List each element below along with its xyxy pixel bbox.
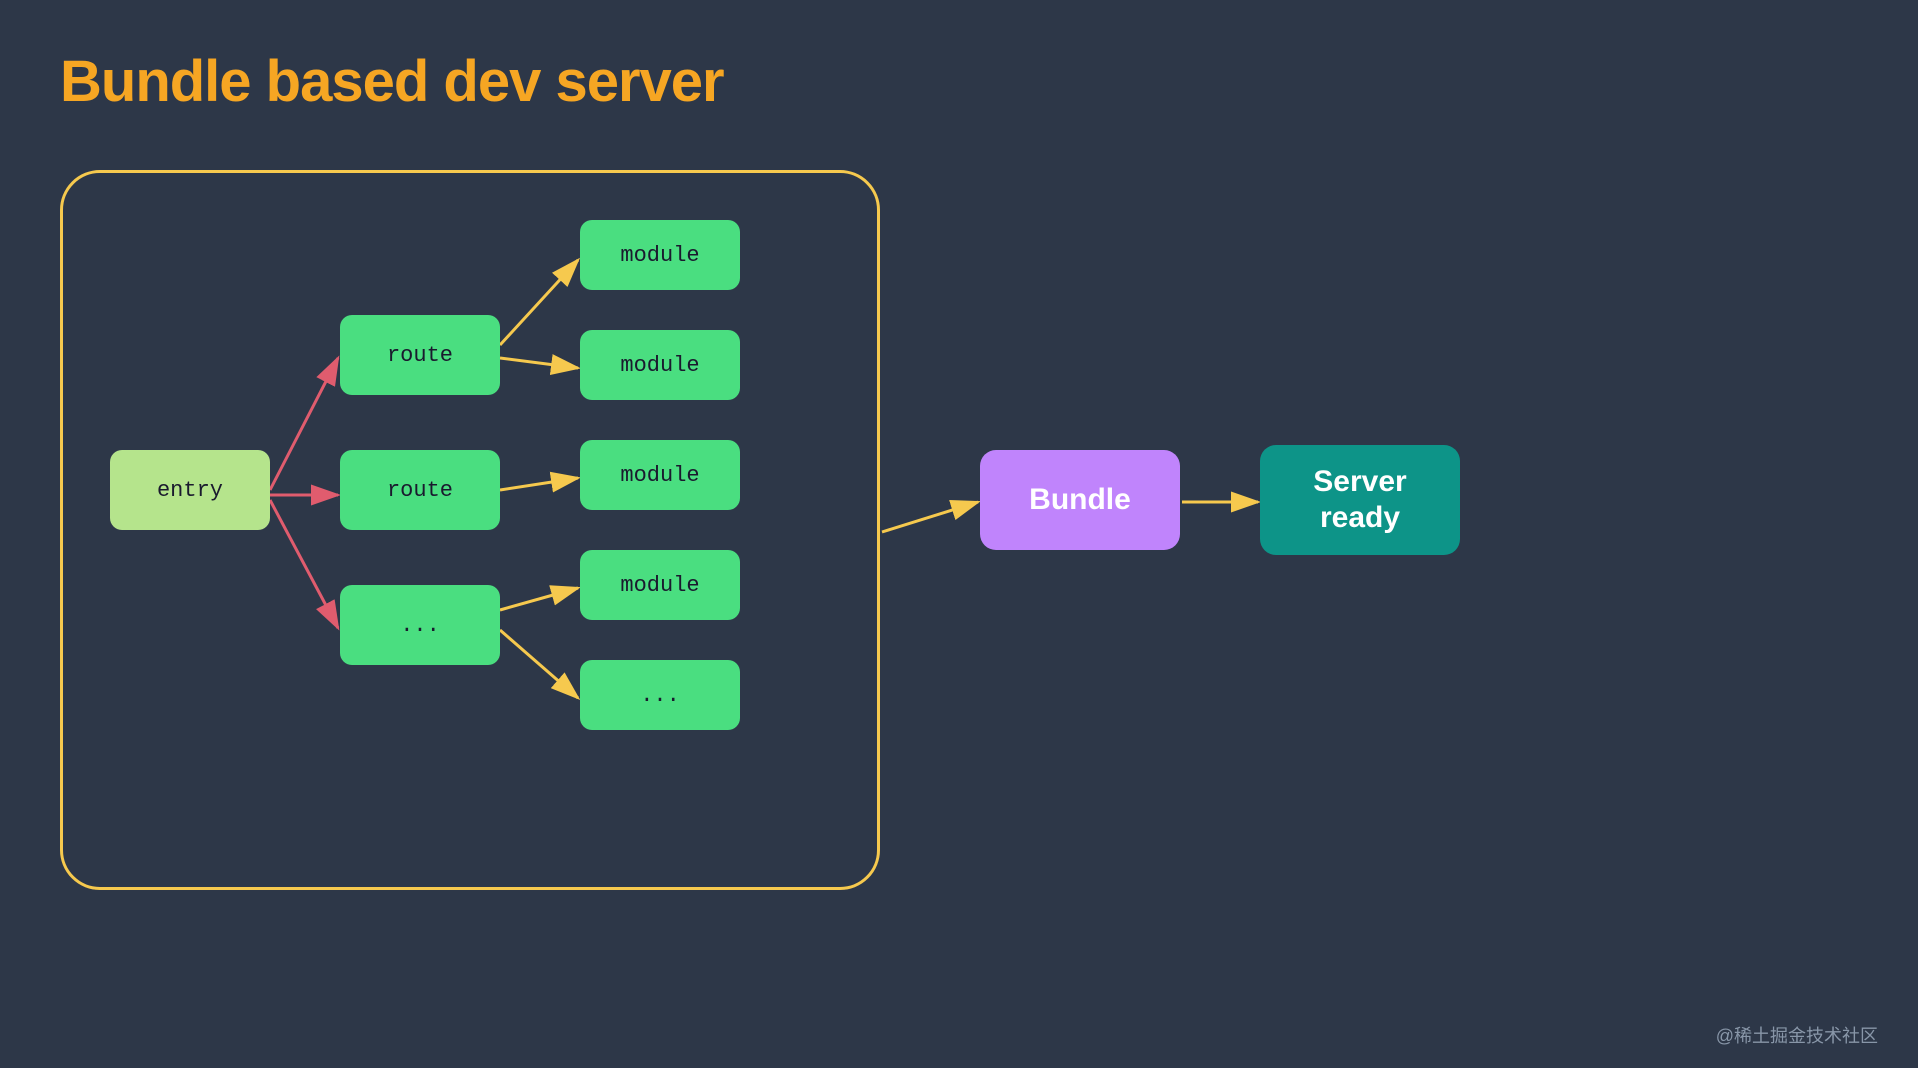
module3-node: module bbox=[580, 440, 740, 510]
module4-node: module bbox=[580, 550, 740, 620]
entry-node: entry bbox=[110, 450, 270, 530]
diagram-area: entry route route ... module module modu… bbox=[60, 140, 1860, 980]
module2-node: module bbox=[580, 330, 740, 400]
dots1-node: ... bbox=[340, 585, 500, 665]
dots2-node: ... bbox=[580, 660, 740, 730]
server-ready-node: Server ready bbox=[1260, 445, 1460, 555]
bundle-node: Bundle bbox=[980, 450, 1180, 550]
watermark: @稀土掘金技术社区 bbox=[1716, 1022, 1878, 1048]
bundle-process-box bbox=[60, 170, 880, 890]
slide-title: Bundle based dev server bbox=[60, 48, 724, 115]
route1-node: route bbox=[340, 315, 500, 395]
module1-node: module bbox=[580, 220, 740, 290]
route2-node: route bbox=[340, 450, 500, 530]
